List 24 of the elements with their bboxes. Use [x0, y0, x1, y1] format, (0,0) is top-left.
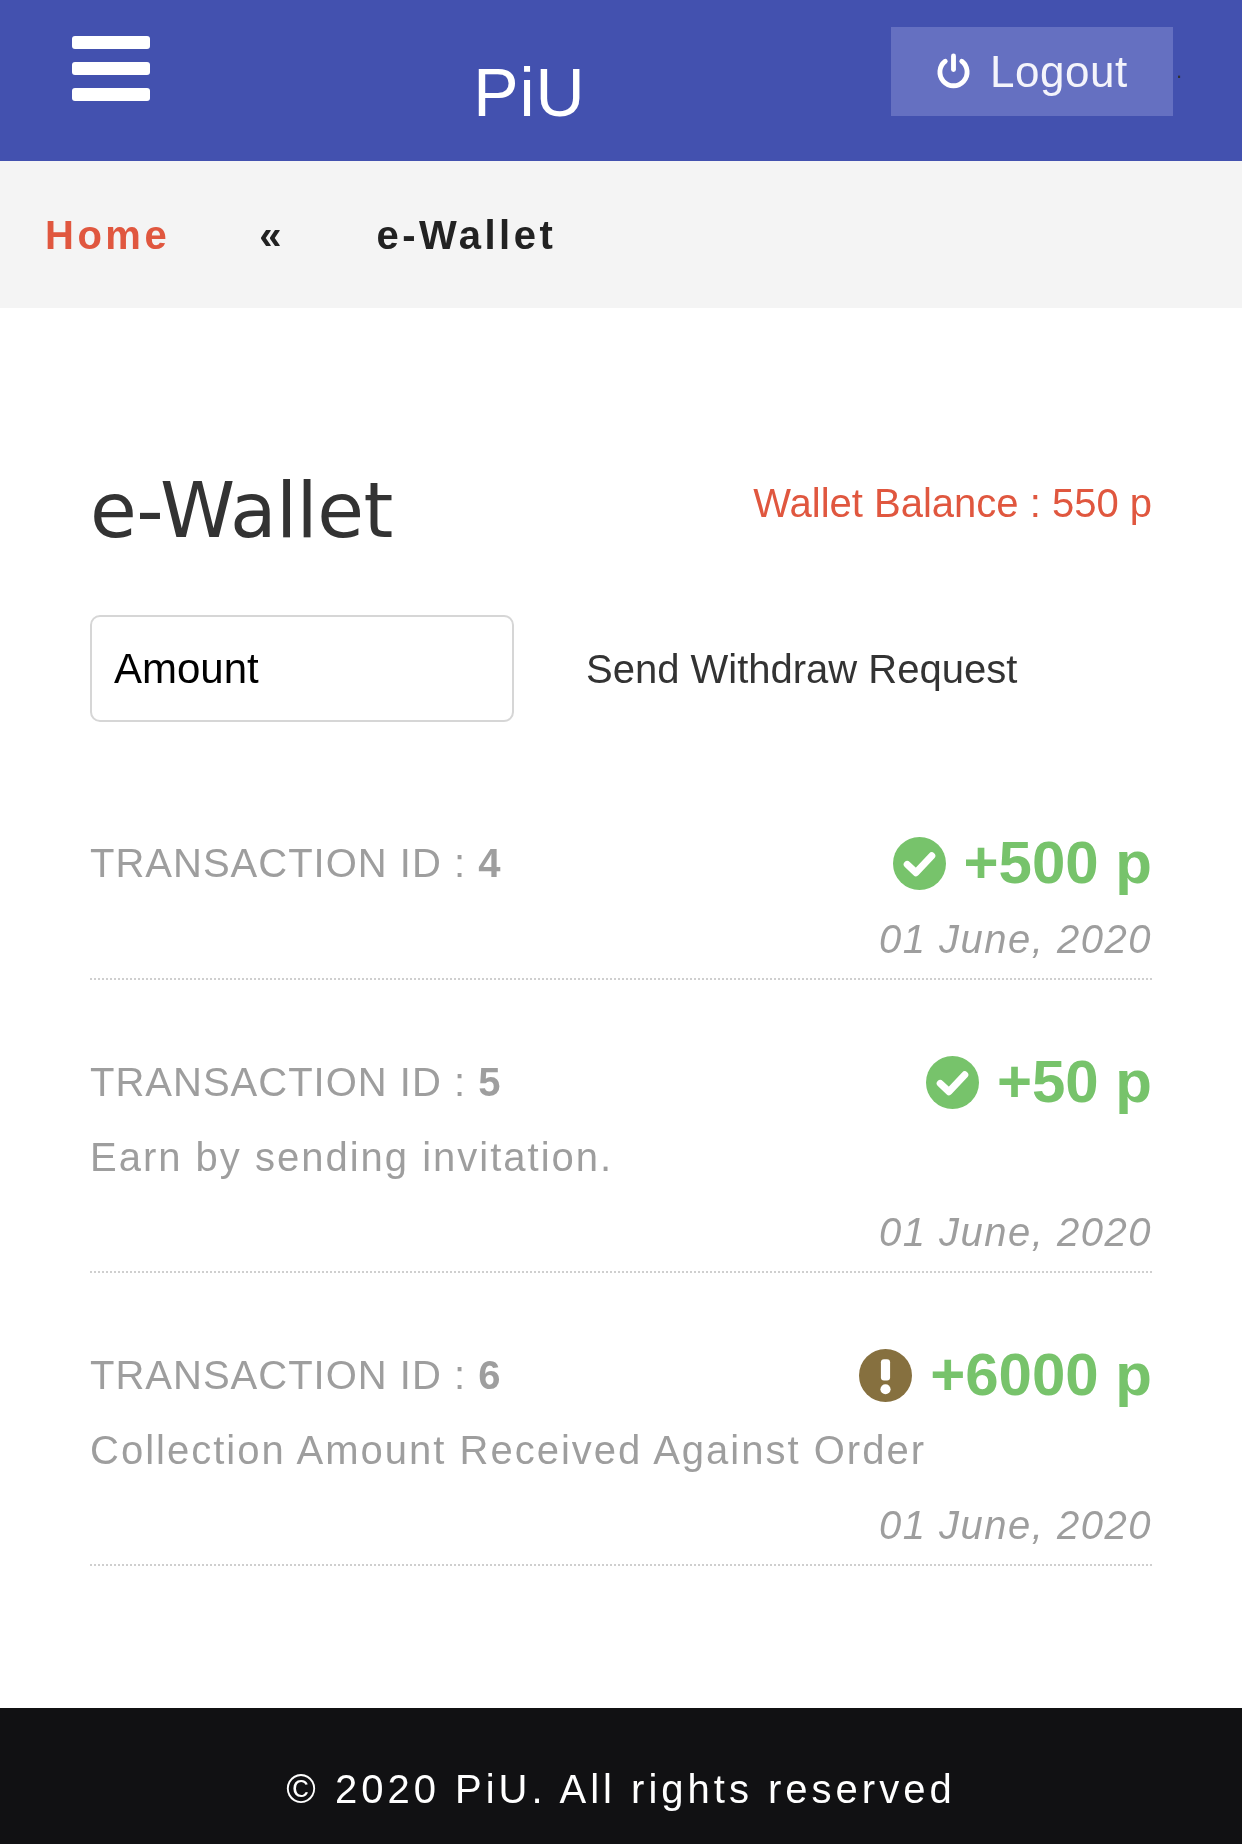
breadcrumb-separator: «	[259, 214, 282, 255]
app-title: PiU	[473, 58, 586, 126]
breadcrumb-current: e-Wallet	[376, 214, 557, 255]
transaction-date: 01 June, 2020	[878, 1505, 1152, 1545]
page-title: e-Wallet	[90, 473, 393, 549]
power-icon	[936, 53, 972, 90]
transaction-amount: +50 p	[996, 1052, 1152, 1112]
transaction-id: TRANSACTION ID : 4	[90, 843, 502, 883]
menu-icon[interactable]	[72, 36, 150, 101]
transaction-amount: +500 p	[963, 833, 1152, 893]
transaction-id: TRANSACTION ID : 6	[90, 1355, 502, 1395]
transaction-amount: +6000 p	[930, 1345, 1152, 1405]
logout-button[interactable]: Logout	[890, 27, 1173, 116]
transaction-description: Collection Amount Received Against Order	[90, 1428, 927, 1472]
transaction-date: 01 June, 2020	[878, 919, 1152, 959]
amount-field[interactable]: Amount	[90, 615, 514, 722]
copyright-text: © 2020 PiU. All rights reserved	[286, 1769, 956, 1809]
breadcrumb-link[interactable]: Home	[45, 214, 171, 255]
withdraw-button[interactable]: Send Withdraw Request	[586, 648, 1018, 689]
transaction-description: Earn by sending invitation.	[90, 1135, 615, 1179]
period-text: .	[1175, 60, 1182, 82]
transaction-id: TRANSACTION ID : 5	[90, 1062, 502, 1102]
wallet-balance: Wallet Balance : 550 p	[753, 483, 1152, 523]
transaction-date: 01 June, 2020	[878, 1212, 1152, 1252]
